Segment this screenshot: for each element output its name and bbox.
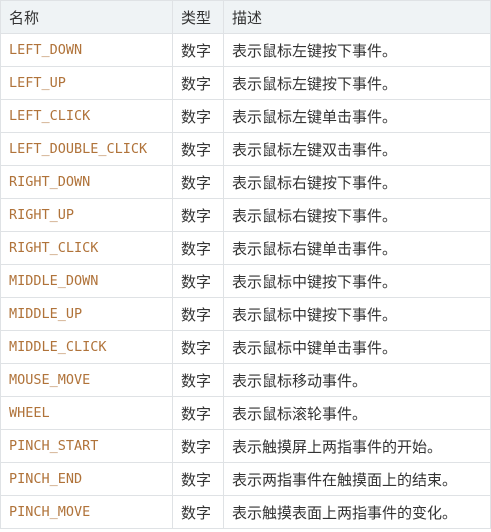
table-row: LEFT_DOUBLE_CLICK 数字 表示鼠标左键双击事件。	[0, 132, 491, 166]
cell-description: 表示鼠标右键按下事件。	[223, 165, 491, 199]
table-row: RIGHT_UP 数字 表示鼠标右键按下事件。	[0, 198, 491, 232]
cell-type: 数字	[172, 231, 224, 265]
header-description: 描述	[223, 0, 491, 34]
cell-description: 表示鼠标左键按下事件。	[223, 66, 491, 100]
cell-description: 表示鼠标滚轮事件。	[223, 396, 491, 430]
cell-type: 数字	[172, 66, 224, 100]
cell-type: 数字	[172, 396, 224, 430]
table-row: PINCH_START 数字 表示触摸屏上两指事件的开始。	[0, 429, 491, 463]
cell-name: RIGHT_DOWN	[0, 165, 173, 199]
cell-type: 数字	[172, 363, 224, 397]
table-row: PINCH_MOVE 数字 表示触摸表面上两指事件的变化。	[0, 495, 491, 529]
cell-name: MIDDLE_CLICK	[0, 330, 173, 364]
cell-type: 数字	[172, 330, 224, 364]
table-header-row: 名称 类型 描述	[0, 0, 491, 34]
table-row: MIDDLE_UP 数字 表示鼠标中键按下事件。	[0, 297, 491, 331]
event-type-table: 名称 类型 描述 LEFT_DOWN 数字 表示鼠标左键按下事件。 LEFT_UP 数字…	[0, 0, 491, 529]
cell-description: 表示鼠标中键单击事件。	[223, 330, 491, 364]
cell-name: PINCH_START	[0, 429, 173, 463]
cell-name: MOUSE_MOVE	[0, 363, 173, 397]
table-row: LEFT_UP 数字 表示鼠标左键按下事件。	[0, 66, 491, 100]
cell-description: 表示两指事件在触摸面上的结束。	[223, 462, 491, 496]
cell-name: PINCH_END	[0, 462, 173, 496]
cell-type: 数字	[172, 165, 224, 199]
table-row: MOUSE_MOVE 数字 表示鼠标移动事件。	[0, 363, 491, 397]
cell-type: 数字	[172, 297, 224, 331]
table-row: WHEEL 数字 表示鼠标滚轮事件。	[0, 396, 491, 430]
cell-description: 表示鼠标中键按下事件。	[223, 264, 491, 298]
cell-name: LEFT_UP	[0, 66, 173, 100]
cell-name: RIGHT_UP	[0, 198, 173, 232]
cell-type: 数字	[172, 429, 224, 463]
cell-description: 表示鼠标移动事件。	[223, 363, 491, 397]
cell-name: MIDDLE_UP	[0, 297, 173, 331]
table-row: MIDDLE_DOWN 数字 表示鼠标中键按下事件。	[0, 264, 491, 298]
cell-description: 表示鼠标中键按下事件。	[223, 297, 491, 331]
cell-name: LEFT_DOUBLE_CLICK	[0, 132, 173, 166]
cell-description: 表示鼠标右键按下事件。	[223, 198, 491, 232]
cell-name: RIGHT_CLICK	[0, 231, 173, 265]
table-row: RIGHT_CLICK 数字 表示鼠标右键单击事件。	[0, 231, 491, 265]
cell-description: 表示鼠标左键双击事件。	[223, 132, 491, 166]
cell-name: WHEEL	[0, 396, 173, 430]
cell-type: 数字	[172, 132, 224, 166]
cell-name: LEFT_CLICK	[0, 99, 173, 133]
cell-type: 数字	[172, 264, 224, 298]
cell-description: 表示鼠标左键按下事件。	[223, 33, 491, 67]
cell-description: 表示触摸屏上两指事件的开始。	[223, 429, 491, 463]
table-row: LEFT_CLICK 数字 表示鼠标左键单击事件。	[0, 99, 491, 133]
cell-description: 表示鼠标右键单击事件。	[223, 231, 491, 265]
cell-name: PINCH_MOVE	[0, 495, 173, 529]
cell-description: 表示鼠标左键单击事件。	[223, 99, 491, 133]
header-name: 名称	[0, 0, 173, 34]
cell-type: 数字	[172, 99, 224, 133]
cell-name: MIDDLE_DOWN	[0, 264, 173, 298]
header-type: 类型	[172, 0, 224, 34]
cell-type: 数字	[172, 33, 224, 67]
table-row: LEFT_DOWN 数字 表示鼠标左键按下事件。	[0, 33, 491, 67]
table-row: RIGHT_DOWN 数字 表示鼠标右键按下事件。	[0, 165, 491, 199]
cell-type: 数字	[172, 462, 224, 496]
table-row: MIDDLE_CLICK 数字 表示鼠标中键单击事件。	[0, 330, 491, 364]
table-body: LEFT_DOWN 数字 表示鼠标左键按下事件。 LEFT_UP 数字 表示鼠标左键按下事…	[0, 33, 491, 529]
cell-name: LEFT_DOWN	[0, 33, 173, 67]
cell-type: 数字	[172, 495, 224, 529]
table-row: PINCH_END 数字 表示两指事件在触摸面上的结束。	[0, 462, 491, 496]
cell-description: 表示触摸表面上两指事件的变化。	[223, 495, 491, 529]
cell-type: 数字	[172, 198, 224, 232]
